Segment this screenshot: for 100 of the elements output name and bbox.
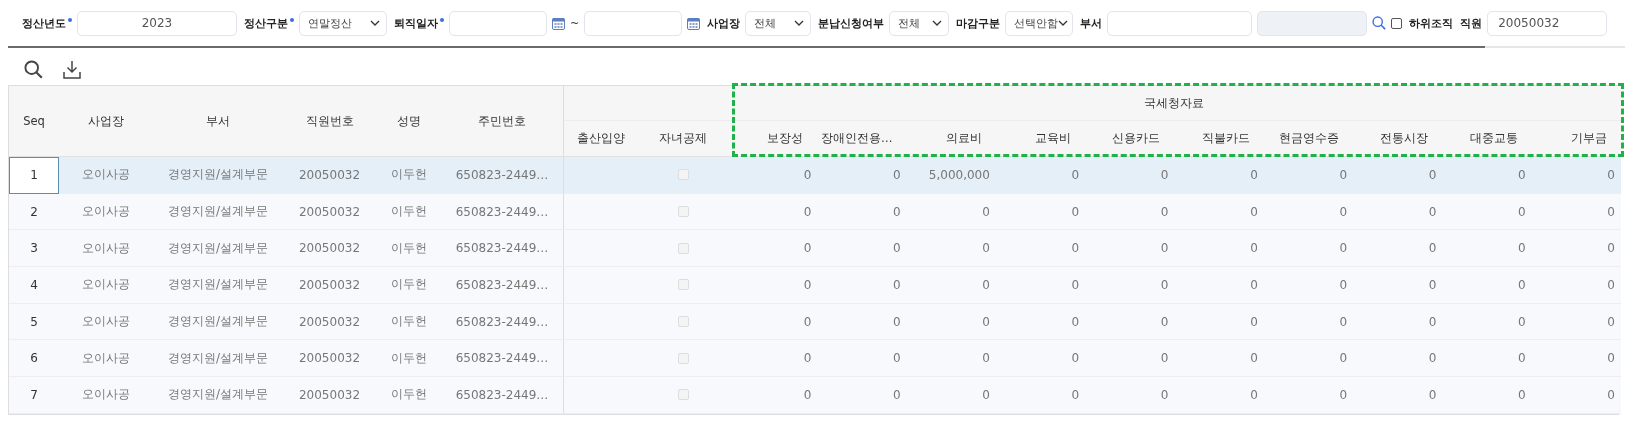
column-header[interactable]: 기부금 — [1531, 121, 1621, 157]
table-cell: 0 — [995, 230, 1086, 268]
field-label: 정산구분 — [244, 15, 294, 31]
table-cell: 0 — [1263, 193, 1354, 231]
calendar-icon[interactable] — [552, 16, 565, 30]
table-cell: 0 — [1531, 340, 1621, 378]
table-cell: 0 — [1263, 230, 1354, 268]
table-cell: 0 — [817, 340, 907, 378]
select-field[interactable]: 전체 — [745, 10, 812, 36]
checkbox[interactable] — [1391, 17, 1403, 29]
table-cell: 0 — [1353, 157, 1443, 194]
field-label: 정산년도 — [22, 15, 72, 31]
input-field[interactable]: 2023 — [77, 10, 237, 36]
table-cell: 0 — [1174, 267, 1264, 304]
column-header[interactable]: 보장성 — [728, 121, 818, 157]
table-cell: 0 — [1531, 377, 1621, 414]
table-cell: 이두헌 — [376, 230, 441, 268]
table-cell: 0 — [1353, 303, 1443, 341]
table-cell: 20050032 — [283, 193, 376, 231]
column-header[interactable]: 장애인전용… — [817, 121, 907, 157]
table-cell: 0 — [1263, 340, 1354, 378]
select-field[interactable]: 전체 — [889, 10, 950, 36]
table-cell: 650823-2449… — [441, 340, 564, 378]
table-cell[interactable]: 5 — [9, 303, 59, 341]
select-field[interactable]: 선택안함 — [1005, 10, 1074, 36]
table-cell: 0 — [1353, 340, 1443, 378]
input-field[interactable]: 20050032 — [1487, 10, 1608, 36]
table-cell: 0 — [1263, 377, 1354, 414]
table-cell: 0 — [728, 340, 818, 378]
table-cell: 0 — [1353, 230, 1443, 268]
search-icon[interactable] — [24, 59, 43, 79]
table-cell: 650823-2449… — [441, 157, 564, 194]
table-cell: 0 — [906, 377, 996, 414]
column-header[interactable]: 주민번호 — [441, 86, 564, 157]
table-cell: 오이사공 — [59, 377, 153, 414]
field-label: 퇴직일자 — [394, 15, 444, 31]
calendar-icon[interactable] — [687, 16, 701, 30]
column-header[interactable]: 직원번호 — [283, 86, 376, 157]
column-header[interactable]: 교육비 — [995, 121, 1086, 157]
select-field[interactable]: 연말정산 — [299, 10, 387, 36]
column-header[interactable]: 사업장 — [59, 86, 153, 157]
table-cell: 0 — [817, 193, 907, 231]
input-field[interactable] — [1107, 10, 1253, 36]
column-header[interactable]: Seq — [9, 86, 59, 157]
table-cell: 0 — [906, 267, 996, 304]
table-cell: 오이사공 — [59, 340, 153, 378]
table-cell[interactable]: 4 — [9, 267, 59, 304]
date-field[interactable] — [584, 10, 683, 36]
table-cell[interactable]: 6 — [9, 340, 59, 378]
table-cell: 오이사공 — [59, 193, 153, 231]
date-field[interactable] — [449, 10, 547, 36]
search-icon[interactable] — [1372, 16, 1387, 30]
table-cell: 0 — [1442, 267, 1532, 304]
table-cell: 5,000,000 — [906, 157, 996, 194]
column-header[interactable]: 현금영수증 — [1263, 121, 1354, 157]
table-cell: 경영지원/설계부문 — [153, 193, 283, 231]
table-cell: 20050032 — [283, 340, 376, 378]
checkbox-label: 하위조직 — [1409, 15, 1454, 31]
table-cell: 0 — [817, 267, 907, 304]
column-header[interactable]: 자녀공제 — [638, 121, 728, 157]
table-cell: 이두헌 — [376, 157, 441, 194]
column-header[interactable]: 대중교통 — [1442, 121, 1532, 157]
column-header[interactable]: 직불카드 — [1174, 121, 1264, 157]
column-header[interactable]: 의료비 — [906, 121, 996, 157]
table-cell: 0 — [1442, 193, 1532, 231]
table-cell[interactable]: 2 — [9, 193, 59, 231]
table-cell: 20050032 — [283, 377, 376, 414]
table-cell[interactable]: 7 — [9, 377, 59, 414]
table-cell: 20050032 — [283, 157, 376, 194]
table-cell: 0 — [1353, 267, 1443, 304]
table-cell: 0 — [995, 193, 1086, 231]
column-header[interactable]: 부서 — [153, 86, 283, 157]
table-cell: 650823-2449… — [441, 303, 564, 341]
column-header[interactable]: 전통시장 — [1353, 121, 1443, 157]
column-header[interactable]: 신용카드 — [1085, 121, 1175, 157]
table-cell: 이두헌 — [376, 340, 441, 378]
chevron-down-icon — [932, 20, 943, 26]
table-cell[interactable]: 3 — [9, 230, 59, 268]
table-cell: 0 — [1263, 267, 1354, 304]
table-cell: 0 — [1085, 157, 1175, 194]
table-cell: 오이사공 — [59, 303, 153, 341]
table-cell: 0 — [1442, 230, 1532, 268]
table-cell: 0 — [1085, 377, 1175, 414]
field-label: 직원 — [1460, 15, 1483, 31]
field-label: 부서 — [1080, 15, 1103, 31]
download-icon[interactable] — [63, 59, 81, 79]
column-header[interactable]: 성명 — [376, 86, 441, 157]
table-cell: 0 — [1442, 377, 1532, 414]
table-cell: 20050032 — [283, 303, 376, 341]
table-cell: 0 — [995, 340, 1086, 378]
table-cell: 0 — [817, 377, 907, 414]
column-header[interactable]: 출산입양 — [564, 121, 638, 157]
table-cell: 0 — [1174, 230, 1264, 268]
table-cell: 오이사공 — [59, 230, 153, 268]
table-cell: 0 — [1442, 303, 1532, 341]
table-cell[interactable]: 1 — [9, 157, 59, 194]
table-cell: 경영지원/설계부문 — [153, 340, 283, 378]
table-cell: 0 — [1442, 340, 1532, 378]
table-cell: 0 — [1531, 193, 1621, 231]
table-cell: 0 — [1353, 377, 1443, 414]
